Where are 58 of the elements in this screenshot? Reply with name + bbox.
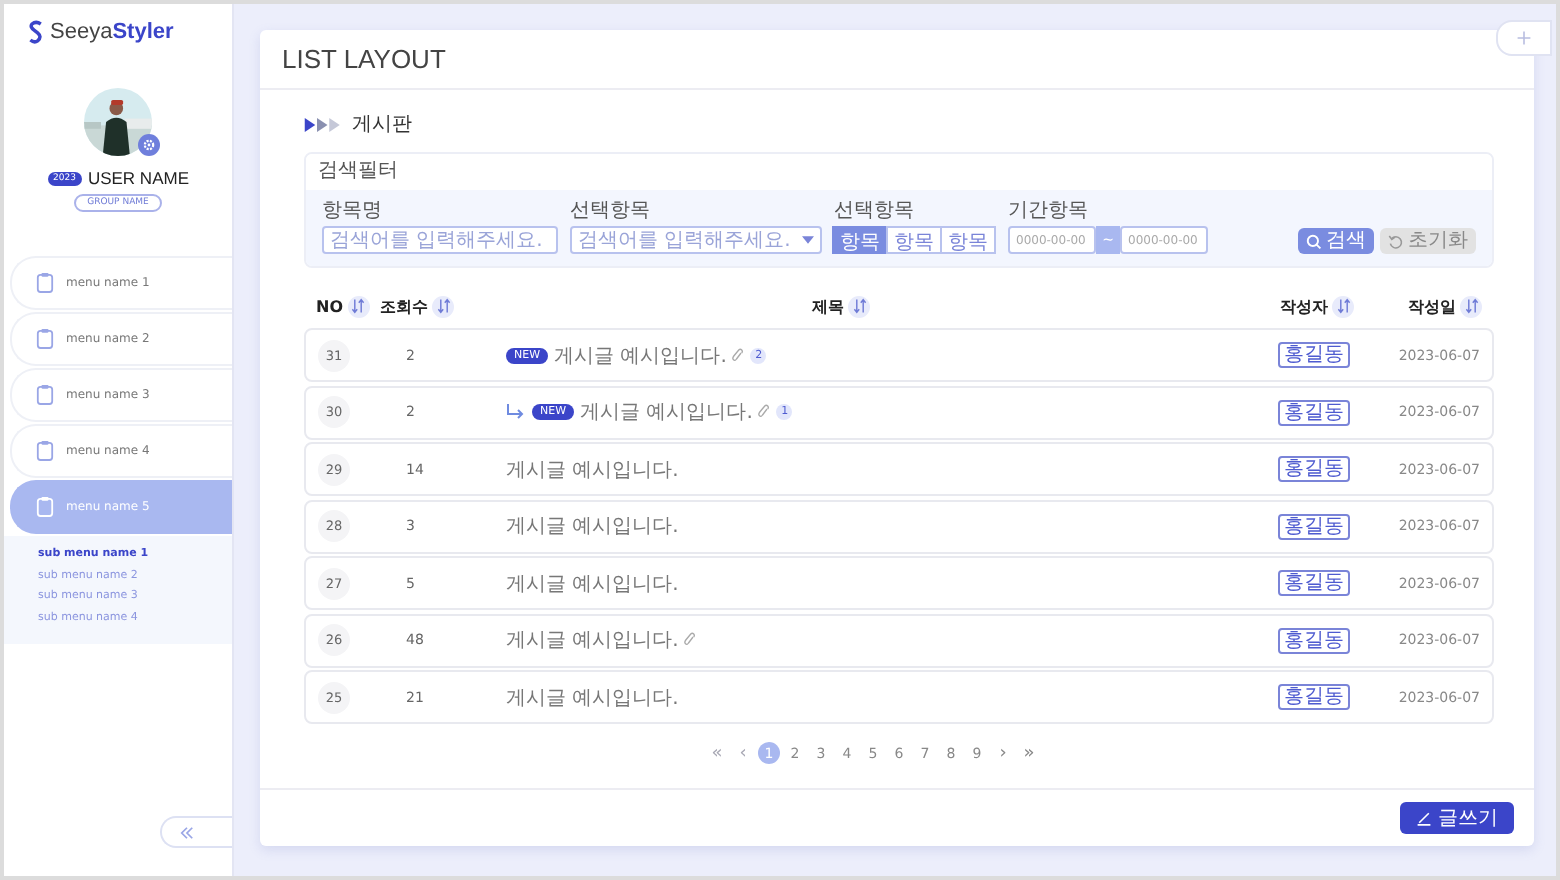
column-header: 작성일 <box>1408 295 1456 317</box>
sort-icon[interactable] <box>1460 295 1482 317</box>
writer-tag: 홍길동 <box>1278 513 1350 539</box>
column-header: 조회수 <box>380 295 428 317</box>
writer-tag: 홍길동 <box>1278 399 1350 425</box>
writer-tag: 홍길동 <box>1278 342 1350 368</box>
field-label: 선택항목 <box>570 198 652 224</box>
writer-tag: 홍길동 <box>1278 684 1350 710</box>
writer-tag: 홍길동 <box>1278 456 1350 482</box>
logo-text: SeeyaStyler <box>50 20 174 44</box>
field-label: 항목명 <box>322 198 384 224</box>
sort-icon[interactable] <box>432 295 454 317</box>
breadcrumb-title: 게시판 <box>352 112 412 138</box>
clipboard-icon <box>36 328 54 350</box>
logo-icon <box>28 20 44 44</box>
user-name: USER NAME <box>87 168 189 188</box>
page-title: LIST LAYOUT <box>282 44 448 74</box>
input-field[interactable]: 검색어를 입력해주세요. <box>322 226 558 254</box>
writer-tag: 홍길동 <box>1278 570 1350 596</box>
sort-icon[interactable] <box>1332 295 1354 317</box>
field-label: 선택항목 <box>834 198 916 224</box>
post-title[interactable]: 게시글 예시입니다. <box>506 626 679 654</box>
post-title[interactable]: 게시글 예시입니다. <box>554 341 727 369</box>
post-title[interactable]: 게시글 예시입니다. <box>506 683 679 711</box>
clipboard-icon <box>36 496 54 518</box>
plus-icon <box>1516 30 1532 46</box>
sort-icon[interactable] <box>848 295 870 317</box>
segment-button[interactable]: 항목 <box>832 226 888 254</box>
write-button[interactable]: 글쓰기 <box>1400 802 1514 834</box>
pencil-icon <box>1416 810 1432 826</box>
clipboard-icon <box>36 440 54 462</box>
post-title[interactable]: 게시글 예시입니다. <box>506 455 679 483</box>
clipboard-icon <box>36 384 54 406</box>
column-header: NO <box>316 297 343 315</box>
segment-button[interactable]: 항목 <box>940 226 996 254</box>
post-title[interactable]: 게시글 예시입니다. <box>506 512 679 540</box>
post-title[interactable]: 게시글 예시입니다. <box>506 569 679 597</box>
column-header: 작성자 <box>1280 295 1328 317</box>
select-field[interactable]: 검색어를 입력해주세요. <box>570 226 822 254</box>
next-page-button[interactable]: › <box>992 742 1014 764</box>
refresh-icon <box>1388 233 1404 249</box>
logo[interactable]: SeeyaStyler <box>4 4 198 60</box>
double-chevron-icon <box>178 825 196 839</box>
post-title[interactable]: 게시글 예시입니다. <box>580 398 753 426</box>
search-button[interactable]: 검색 <box>1298 228 1374 254</box>
filter-title: 검색필터 <box>318 160 398 182</box>
clipboard-icon <box>36 272 54 294</box>
reset-button[interactable]: 초기화 <box>1380 228 1476 254</box>
sort-icon[interactable] <box>347 295 369 317</box>
column-header: 제목 <box>812 295 844 317</box>
dropdown-caret-icon <box>802 236 814 244</box>
field-label: 기간항목 <box>1008 198 1090 224</box>
triple-arrow-icon <box>304 117 344 131</box>
writer-tag: 홍길동 <box>1278 627 1350 653</box>
search-icon <box>1306 233 1322 249</box>
settings-icon[interactable] <box>138 134 160 156</box>
last-page-button[interactable]: » <box>1018 742 1040 764</box>
segment-button[interactable]: 항목 <box>886 226 942 254</box>
